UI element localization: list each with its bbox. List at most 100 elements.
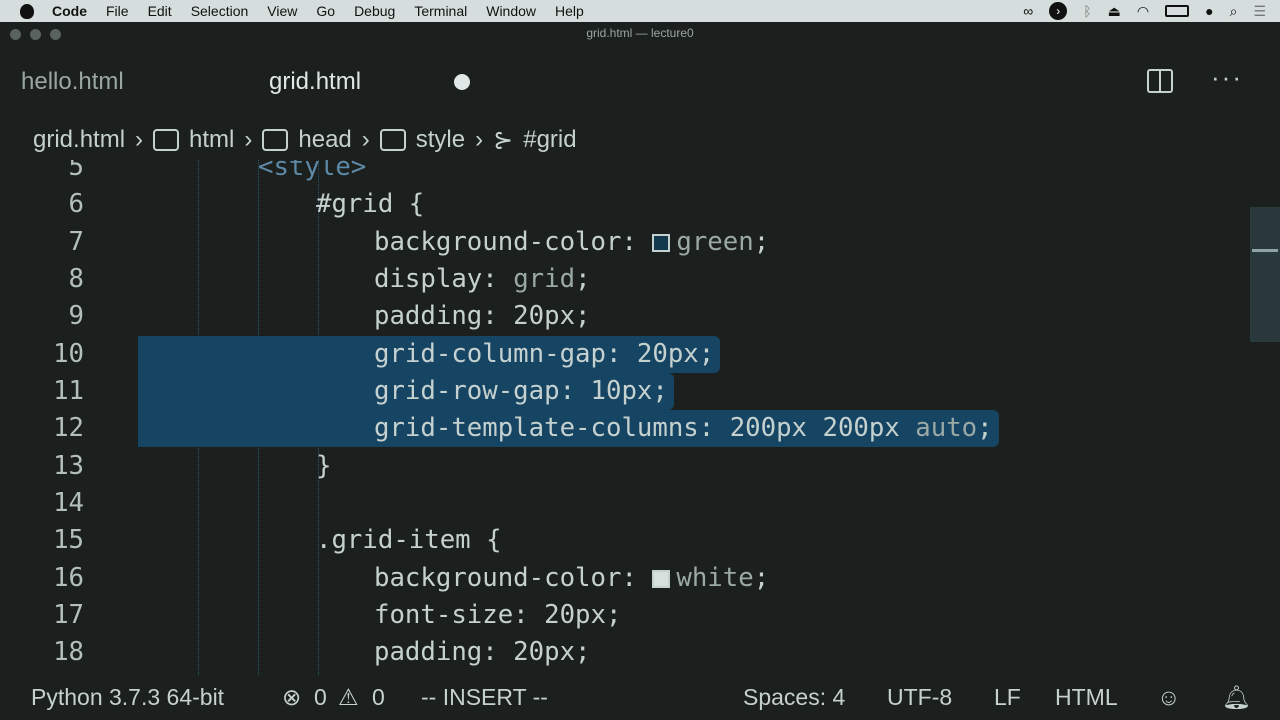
semicolon: ; bbox=[977, 413, 993, 444]
code-line[interactable]: 13} bbox=[0, 448, 1250, 485]
line-ending[interactable]: LF bbox=[994, 675, 1021, 720]
menu-bar: Code File Edit Selection View Go Debug T… bbox=[0, 0, 1280, 22]
code-line[interactable]: 15 .grid-item { bbox=[0, 522, 1250, 559]
breadcrumb-html[interactable]: html bbox=[189, 126, 234, 154]
semicolon: ; bbox=[575, 263, 591, 294]
menu-app[interactable]: Code bbox=[52, 3, 87, 19]
color-swatch-icon[interactable] bbox=[652, 569, 671, 588]
selector-icon: ⊱ bbox=[493, 126, 514, 154]
tab-bar: hello.html grid.html ··· bbox=[0, 44, 1280, 120]
indentation[interactable]: Spaces: 4 bbox=[743, 675, 845, 720]
search-icon[interactable]: ⌕ bbox=[1230, 3, 1238, 20]
css-property: background-color: bbox=[374, 562, 653, 593]
wifi-icon[interactable]: ◠ bbox=[1137, 3, 1149, 20]
scrollbar[interactable] bbox=[1250, 207, 1280, 342]
close-window-button[interactable] bbox=[10, 29, 21, 40]
code-line[interactable]: 7 background-color: green; bbox=[0, 224, 1250, 261]
line-number: 7 bbox=[68, 226, 84, 257]
semicolon: ; bbox=[753, 562, 770, 593]
code-text: <style> bbox=[258, 160, 367, 182]
python-interpreter[interactable]: Python 3.7.3 64-bit bbox=[31, 675, 224, 720]
menu-edit[interactable]: Edit bbox=[148, 3, 172, 19]
css-value: white bbox=[676, 562, 754, 593]
code-line[interactable]: 8 display: grid; bbox=[0, 261, 1250, 298]
chevron-right-icon: › bbox=[244, 126, 253, 153]
code-line[interactable]: 17 font-size: 20px; bbox=[0, 597, 1250, 634]
chevron-right-icon: › bbox=[361, 126, 370, 153]
code-line[interactable]: 16 background-color: white; bbox=[0, 560, 1250, 597]
code-text: #grid { bbox=[316, 189, 425, 220]
unsaved-dot-icon[interactable] bbox=[454, 74, 470, 90]
cube-icon bbox=[379, 129, 406, 151]
warning-count[interactable]: 0 bbox=[372, 675, 385, 720]
menu-help[interactable]: Help bbox=[555, 3, 584, 19]
list-icon[interactable]: ☰ bbox=[1253, 3, 1266, 20]
line-number: 11 bbox=[53, 375, 84, 406]
warning-icon[interactable]: ⚠ bbox=[338, 675, 359, 720]
breadcrumb-file[interactable]: grid.html bbox=[33, 126, 125, 154]
code-line[interactable]: 12 grid-template-columns: 200px 200px aut… bbox=[0, 410, 1250, 447]
feedback-smiley-icon[interactable]: ☺ bbox=[1157, 675, 1180, 720]
menu-selection[interactable]: Selection bbox=[191, 3, 249, 19]
line-number: 15 bbox=[53, 525, 84, 556]
code-line[interactable]: 18 padding: 20px; bbox=[0, 634, 1250, 671]
code-text: grid-column-gap: 20px; bbox=[374, 338, 715, 369]
code-line[interactable]: 11 grid-row-gap: 10px; bbox=[0, 373, 1250, 410]
notification-bell-icon[interactable]: 🔔︎ bbox=[1222, 675, 1251, 720]
code-text: padding: 20px; bbox=[374, 637, 591, 668]
more-actions-icon[interactable]: ··· bbox=[1211, 62, 1243, 93]
menu-window[interactable]: Window bbox=[486, 3, 536, 19]
error-count[interactable]: 0 bbox=[314, 675, 327, 720]
menu-debug[interactable]: Debug bbox=[354, 3, 395, 19]
code-text: font-size: 20px; bbox=[374, 599, 622, 630]
line-number: 13 bbox=[53, 450, 84, 481]
error-icon[interactable]: ⊗ bbox=[282, 675, 301, 720]
minimize-window-button[interactable] bbox=[30, 29, 41, 40]
eject-icon[interactable]: ⏏ bbox=[1108, 3, 1121, 20]
code-line[interactable]: 5 <style> bbox=[0, 160, 1250, 186]
language-mode[interactable]: HTML bbox=[1055, 675, 1118, 720]
code-text: } bbox=[316, 450, 332, 481]
code-text: background-color: white; bbox=[374, 560, 769, 597]
breadcrumb-grid[interactable]: #grid bbox=[523, 126, 576, 154]
menu-file[interactable]: File bbox=[106, 3, 129, 19]
line-number: 14 bbox=[53, 487, 84, 518]
code-text: grid-template-columns: 200px 200px auto; bbox=[374, 410, 993, 447]
css-property: display: bbox=[374, 263, 514, 294]
zoom-window-button[interactable] bbox=[50, 29, 61, 40]
line-number: 18 bbox=[53, 637, 84, 668]
user-icon[interactable]: ● bbox=[1205, 3, 1213, 19]
line-number: 10 bbox=[53, 338, 84, 369]
code-line[interactable]: 6 #grid { bbox=[0, 186, 1250, 223]
breadcrumb-head[interactable]: head bbox=[298, 126, 351, 154]
arrow-circle-icon[interactable]: › bbox=[1049, 2, 1068, 20]
status-tray: ∞ › ᛒ ⏏ ◠ ● ⌕ ☰ bbox=[1023, 0, 1266, 22]
status-bar: Python 3.7.3 64-bit ⊗ 0 ⚠ 0 -- INSERT --… bbox=[0, 675, 1280, 720]
line-number: 17 bbox=[53, 599, 84, 630]
code-line[interactable]: 14 bbox=[0, 485, 1250, 522]
apple-icon[interactable] bbox=[20, 3, 34, 19]
menu-go[interactable]: Go bbox=[316, 3, 335, 19]
line-number: 8 bbox=[68, 263, 84, 294]
tab-hello-html[interactable]: hello.html bbox=[21, 44, 124, 120]
breadcrumb-style[interactable]: style bbox=[416, 126, 465, 154]
battery-icon[interactable] bbox=[1165, 5, 1190, 17]
menu-terminal[interactable]: Terminal bbox=[414, 3, 467, 19]
code-line[interactable]: 9 padding: 20px; bbox=[0, 298, 1250, 335]
split-editor-icon[interactable] bbox=[1147, 69, 1173, 93]
glasses-icon[interactable]: ∞ bbox=[1023, 3, 1033, 19]
code-editor[interactable]: 5 <style> 6 #grid {7 background-color: green… bbox=[0, 160, 1250, 675]
css-value: grid bbox=[513, 263, 576, 294]
line-number: 12 bbox=[53, 413, 84, 444]
code-line[interactable]: 10 grid-column-gap: 20px; bbox=[0, 336, 1250, 373]
line-number: 6 bbox=[68, 189, 84, 220]
bluetooth-icon[interactable]: ᛒ bbox=[1083, 3, 1091, 19]
chevron-right-icon: › bbox=[135, 126, 144, 153]
cube-icon bbox=[262, 129, 289, 151]
tab-grid-html[interactable]: grid.html bbox=[269, 44, 361, 120]
encoding[interactable]: UTF-8 bbox=[887, 675, 952, 720]
chevron-right-icon: › bbox=[475, 126, 484, 153]
color-swatch-icon[interactable] bbox=[652, 233, 671, 252]
menu-view[interactable]: View bbox=[267, 3, 297, 19]
css-value: green bbox=[676, 226, 754, 257]
